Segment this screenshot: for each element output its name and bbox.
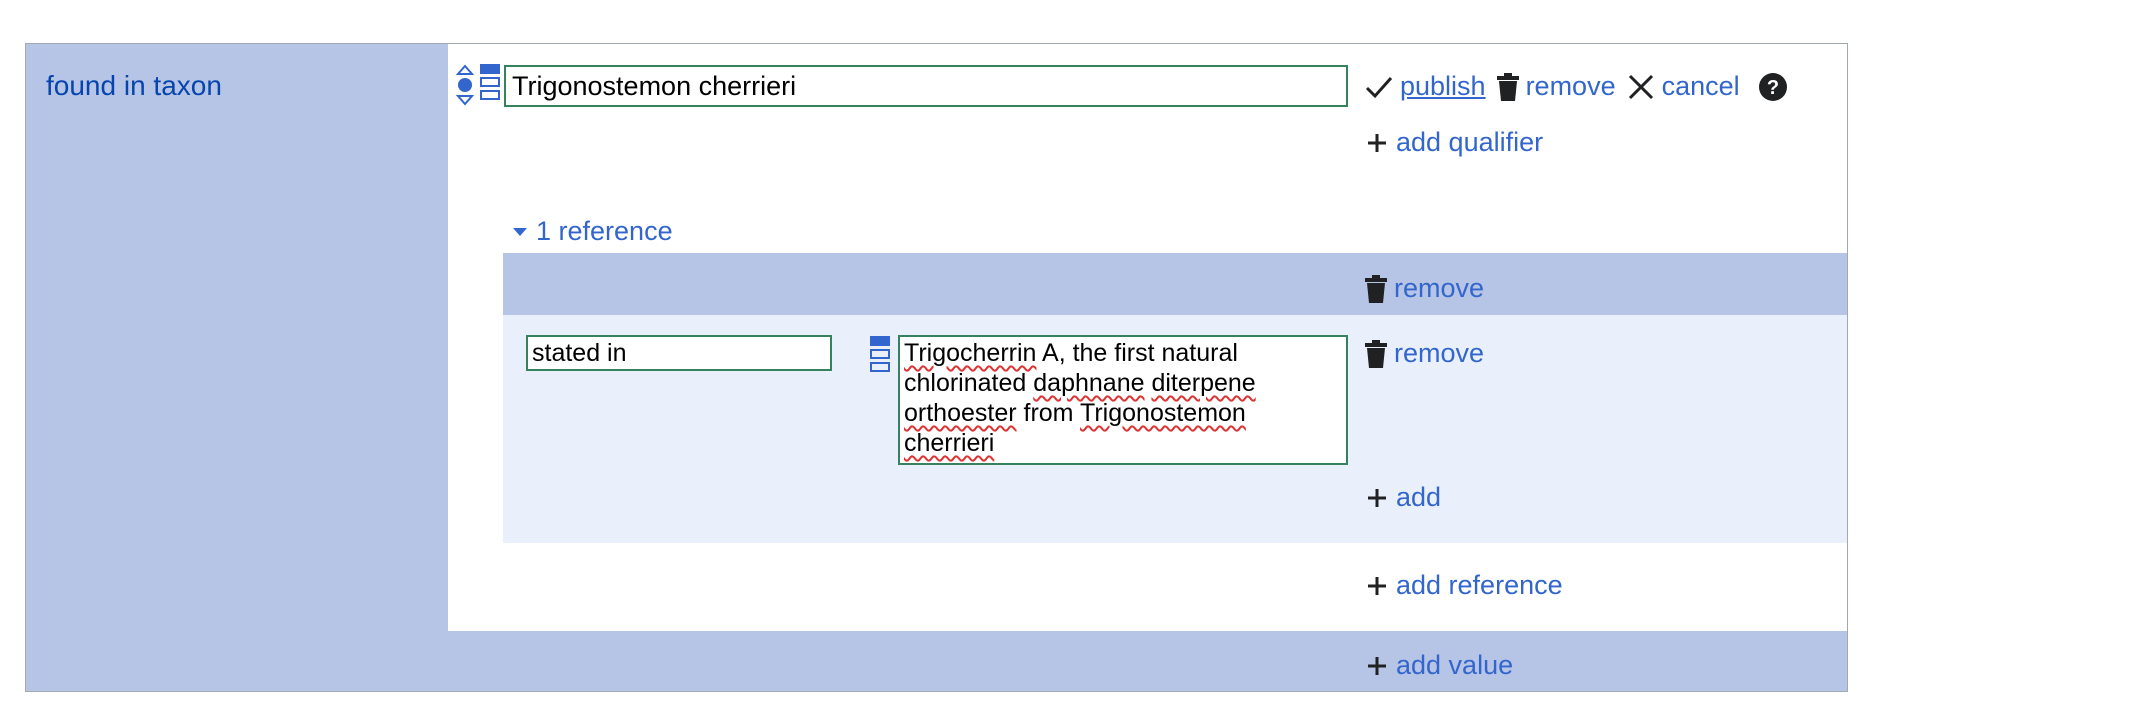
statement-toolbar: publish remove cancel ?: [1364, 71, 1788, 102]
value-word: from: [1016, 399, 1081, 427]
trash-icon: [1496, 72, 1519, 101]
add-value-label[interactable]: add value: [1396, 650, 1513, 681]
property-label[interactable]: found in taxon: [46, 70, 222, 102]
value-word: cherrieri: [904, 429, 995, 457]
reference-remove-label[interactable]: remove: [1394, 273, 1484, 304]
value-word: orthoester: [904, 399, 1017, 427]
cancel-label[interactable]: cancel: [1662, 71, 1740, 102]
value-word: Trigocherrin: [904, 339, 1037, 367]
remove-label[interactable]: remove: [1526, 71, 1616, 102]
plus-icon: [1368, 488, 1386, 507]
value-word: daphnane: [1033, 369, 1145, 397]
close-icon: [1628, 74, 1653, 99]
reference-remove-button[interactable]: remove: [1364, 273, 1484, 304]
reference-property-input[interactable]: [526, 335, 832, 371]
value-word: diterpene: [1151, 369, 1256, 397]
value-word: chlorinated: [904, 369, 1027, 397]
triangle-down-icon: [513, 227, 527, 236]
snaktype-selector-icon[interactable]: [870, 336, 890, 372]
reference-header: [503, 253, 1847, 315]
publish-button[interactable]: publish: [1364, 71, 1486, 102]
plus-icon: [1368, 576, 1386, 595]
snaktype-selector-icon[interactable]: [480, 64, 500, 100]
snak-remove-button[interactable]: remove: [1364, 338, 1484, 369]
add-qualifier-label[interactable]: add qualifier: [1396, 127, 1543, 158]
add-reference-label[interactable]: add reference: [1396, 570, 1563, 601]
cancel-button[interactable]: cancel: [1626, 71, 1740, 102]
check-icon: [1365, 76, 1393, 98]
trash-icon: [1365, 339, 1387, 368]
plus-icon: [1368, 656, 1386, 675]
add-qualifier-button[interactable]: add qualifier: [1364, 127, 1543, 158]
svg-text:?: ?: [1767, 77, 1779, 99]
reference-value-textarea[interactable]: Trigocherrin A, the first natural chlori…: [898, 335, 1348, 465]
rank-selector[interactable]: [456, 64, 474, 106]
add-snak-label[interactable]: add: [1396, 482, 1441, 513]
remove-button[interactable]: remove: [1496, 71, 1616, 102]
references-toggle[interactable]: 1 reference: [512, 216, 673, 247]
add-reference-button[interactable]: add reference: [1364, 570, 1563, 601]
add-snak-button[interactable]: add: [1364, 482, 1441, 513]
references-toggle-label[interactable]: 1 reference: [536, 216, 673, 247]
trash-icon: [1365, 274, 1387, 303]
snak-remove-label[interactable]: remove: [1394, 338, 1484, 369]
help-icon[interactable]: ?: [1758, 72, 1788, 102]
plus-icon: [1368, 133, 1386, 152]
value-word: Trigonostemon: [1080, 399, 1246, 427]
rank-selector-icon[interactable]: [456, 64, 474, 106]
value-input[interactable]: [504, 65, 1348, 107]
value-word: A, the first natural: [1036, 339, 1238, 367]
publish-label[interactable]: publish: [1400, 71, 1486, 102]
add-value-button[interactable]: add value: [1364, 650, 1513, 681]
